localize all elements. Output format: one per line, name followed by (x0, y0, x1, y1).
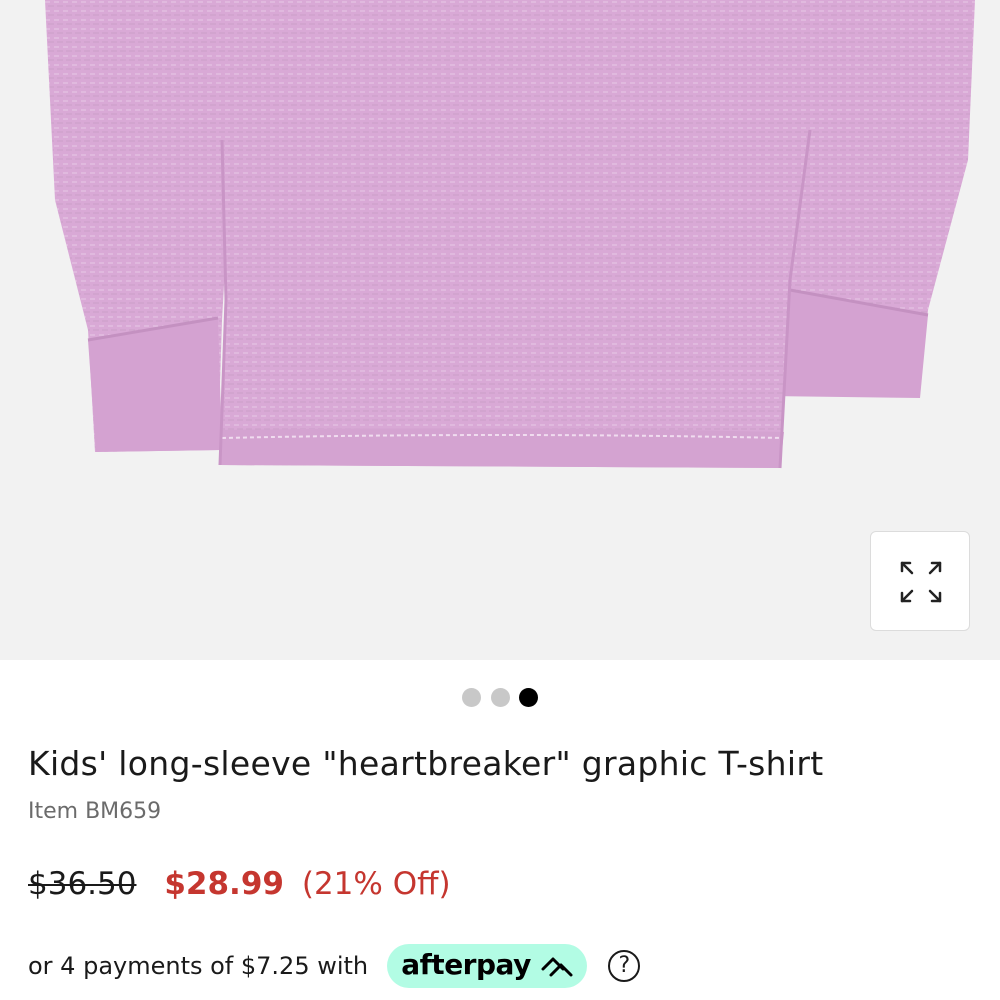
afterpay-logo: afterpay (401, 948, 531, 981)
afterpay-badge[interactable]: afterpay (387, 944, 588, 988)
product-image-area (0, 0, 1000, 660)
carousel-dot-2[interactable] (490, 688, 510, 707)
price-row: $36.50 $28.99 (21% Off) (28, 866, 451, 902)
item-number: Item BM659 (28, 799, 162, 824)
product-image (45, 0, 975, 469)
expand-arrows-icon (900, 561, 942, 603)
discount-percent: (21% Off) (301, 866, 451, 902)
afterpay-installments-text: or 4 payments of $7.25 with (28, 952, 369, 980)
carousel-dot-1[interactable] (462, 688, 482, 707)
carousel-dot-3[interactable] (518, 688, 538, 707)
sale-price: $28.99 (164, 866, 284, 902)
expand-image-button[interactable] (870, 531, 970, 631)
original-price: $36.50 (28, 866, 137, 902)
question-circle-icon[interactable]: ? (608, 950, 641, 982)
product-title: Kids' long-sleeve "heartbreaker" graphic… (28, 744, 824, 783)
afterpay-row: or 4 payments of $7.25 with afterpay ? (28, 944, 641, 988)
afterpay-arrows-icon (541, 957, 573, 977)
carousel-indicator (0, 688, 1000, 708)
